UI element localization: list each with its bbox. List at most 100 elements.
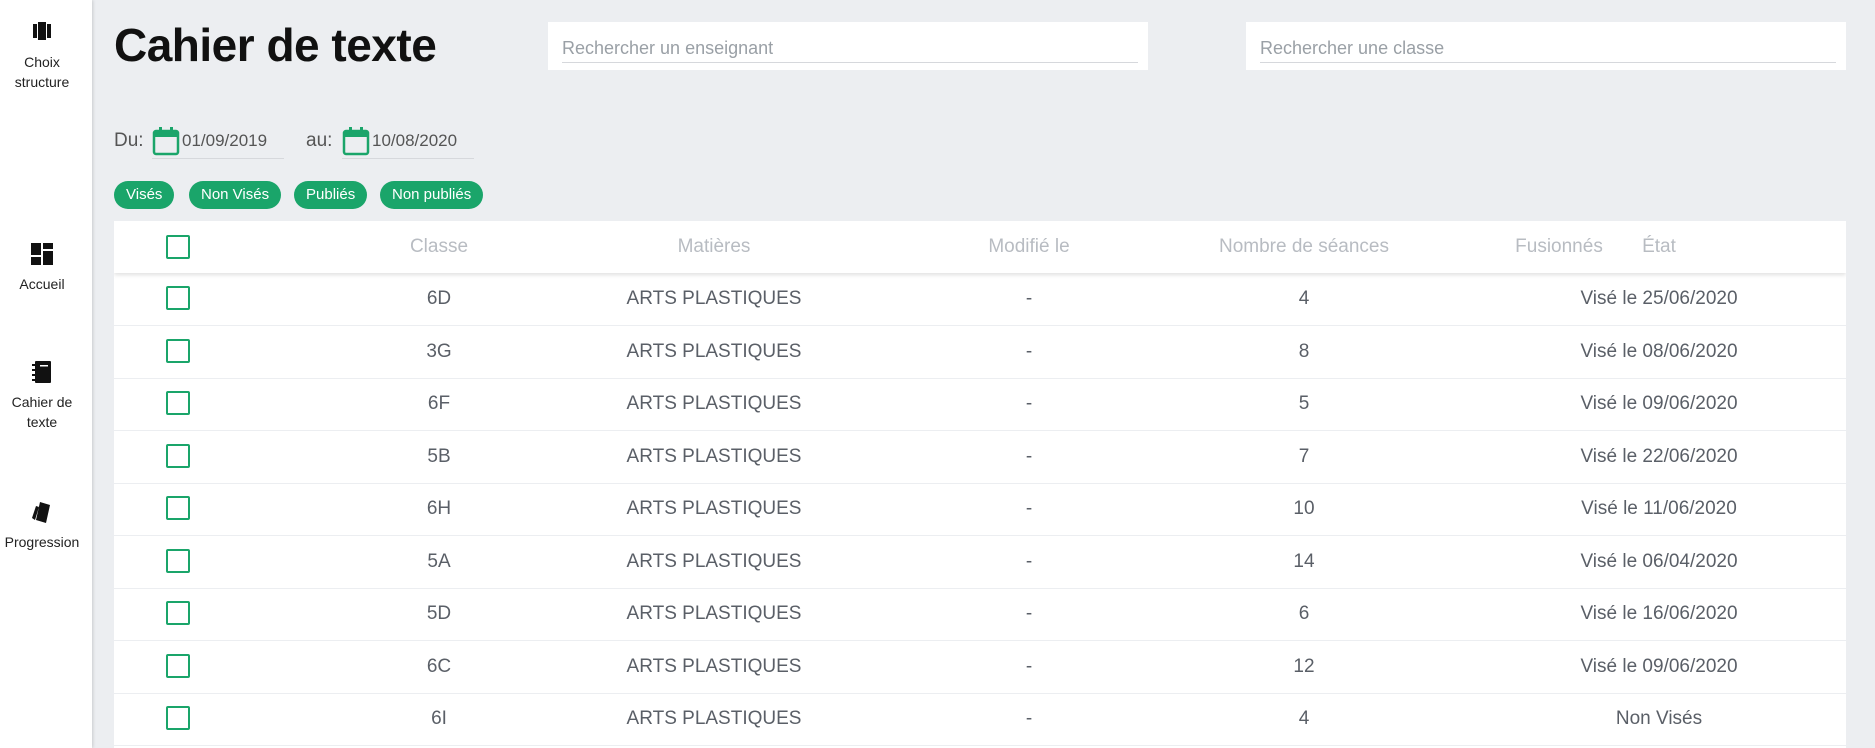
cell-seances: 10 [1293, 498, 1315, 519]
cell-seances: 8 [1298, 340, 1310, 362]
column-header-seances[interactable]: Nombre de séances [1154, 236, 1454, 258]
calendar-icon [342, 127, 370, 156]
row-checkbox[interactable] [166, 443, 190, 468]
filter-chip-publies[interactable]: Publiés [294, 181, 368, 209]
sidebar-item-label: Progression [4, 534, 80, 550]
sidebar-item-choix-structure[interactable]: Choix structure [0, 18, 84, 92]
sidebar-item-cahier-de-texte[interactable]: Cahier de texte [0, 358, 84, 432]
date-to-label: au: [306, 130, 333, 151]
data-table: Classe Matières Modifié le Nombre de séa… [114, 221, 1846, 748]
sidebar-item-accueil[interactable]: Accueil [0, 240, 84, 294]
cell-modifie: - [1025, 550, 1033, 572]
date-from-field[interactable]: 01/09/2019 [152, 124, 284, 159]
cell-etat: Non Visés [1615, 708, 1703, 729]
cell-etat: Visé le 09/06/2020 [1580, 655, 1738, 677]
cell-matiere: ARTS PLASTIQUES [626, 445, 802, 467]
cell-classe: 5D [426, 603, 452, 624]
cell-matiere: ARTS PLASTIQUES [626, 393, 802, 414]
cell-seances: 4 [1298, 708, 1310, 729]
cell-matiere: ARTS PLASTIQUES [626, 288, 802, 309]
search-teacher-box [548, 22, 1148, 70]
filter-chip-non-publies[interactable]: Non publiés [380, 181, 484, 209]
sidebar: Choixstructure Accueil Cahier detexte [0, 0, 92, 748]
cell-classe: 5A [427, 550, 451, 572]
cell-classe: 6I [431, 708, 447, 729]
filter-chip-vises[interactable]: Visés [114, 181, 175, 209]
cell-seances: 6 [1298, 603, 1310, 624]
table-row[interactable]: 5D ARTS PLASTIQUES - 6 Visé le 16/06/2020 [114, 588, 1846, 641]
row-checkbox[interactable] [166, 338, 190, 363]
cell-etat: Visé le 16/06/2020 [1580, 603, 1738, 624]
structure-icon [33, 22, 51, 40]
row-checkbox[interactable] [166, 496, 190, 520]
dashboard-icon [31, 243, 53, 265]
cell-seances: 7 [1298, 445, 1310, 467]
date-from-value: 01/09/2019 [182, 131, 268, 150]
search-class-box [1246, 22, 1846, 70]
cell-etat: Visé le 06/04/2020 [1580, 550, 1738, 572]
row-checkbox[interactable] [166, 391, 190, 415]
cell-matiere: ARTS PLASTIQUES [626, 603, 802, 624]
cell-modifie: - [1025, 288, 1033, 309]
sidebar-item-label: Cahier de texte [11, 394, 73, 430]
table-row[interactable]: 3G ARTS PLASTIQUES - 8 Visé le 08/06/2020 [114, 326, 1846, 379]
cell-modifie: - [1025, 655, 1033, 677]
date-to-field[interactable]: 10/08/2020 [342, 124, 474, 159]
notebook-icon [32, 361, 51, 383]
cell-etat: Visé le 09/06/2020 [1580, 393, 1738, 414]
table-row[interactable]: 6I ARTS PLASTIQUES - 4 Non Visés [114, 693, 1846, 746]
cell-classe: 6F [427, 393, 451, 414]
select-all-checkbox[interactable] [166, 235, 190, 259]
filter-chip-non-vises[interactable]: Non Visés [189, 181, 282, 209]
row-checkbox[interactable] [166, 706, 190, 730]
cell-modifie: - [1025, 393, 1033, 414]
sidebar-item-label: Accueil [19, 276, 65, 292]
cell-etat: Visé le 11/06/2020 [1581, 498, 1737, 519]
table-row[interactable]: 6H ARTS PLASTIQUES - 10 Visé le 11/06/2020 [114, 483, 1846, 536]
cell-classe: 5B [427, 445, 451, 467]
row-checkbox[interactable] [166, 653, 190, 678]
column-header-modifie[interactable]: Modifié le [914, 236, 1144, 258]
column-header-matieres[interactable]: Matières [564, 236, 864, 258]
table-row[interactable]: 6C ARTS PLASTIQUES - 12 Visé le 09/06/2020 [114, 641, 1846, 694]
cell-seances: 12 [1293, 655, 1315, 677]
cell-matiere: ARTS PLASTIQUES [626, 655, 802, 677]
row-checkbox[interactable] [166, 548, 190, 573]
table-row[interactable]: 6D ARTS PLASTIQUES - 4 Visé le 25/06/2020 [114, 273, 1846, 326]
sidebar-item-progression[interactable]: Progression [0, 498, 84, 552]
cell-etat: Visé le 08/06/2020 [1580, 340, 1738, 362]
date-to-value: 10/08/2020 [372, 131, 458, 150]
column-header-etat[interactable]: État [1514, 236, 1804, 258]
row-checkbox[interactable] [166, 601, 190, 625]
table-row[interactable]: 6F ARTS PLASTIQUES - 5 Visé le 09/06/2020 [114, 378, 1846, 431]
row-checkbox[interactable] [166, 286, 190, 310]
cell-matiere: ARTS PLASTIQUES [626, 708, 802, 729]
cell-matiere: ARTS PLASTIQUES [626, 340, 802, 362]
date-from-label: Du: [114, 130, 144, 151]
cell-etat: Visé le 25/06/2020 [1580, 288, 1738, 309]
calendar-icon [152, 127, 180, 156]
table-row[interactable]: 5B ARTS PLASTIQUES - 7 Visé le 22/06/2020 [114, 431, 1846, 484]
table-row[interactable]: 5A ARTS PLASTIQUES - 14 Visé le 06/04/2020 [114, 536, 1846, 589]
cell-modifie: - [1025, 340, 1033, 362]
cell-seances: 14 [1293, 550, 1315, 572]
cell-seances: 4 [1298, 288, 1310, 309]
search-class-input[interactable] [1260, 34, 1836, 63]
cell-matiere: ARTS PLASTIQUES [626, 550, 802, 572]
cell-classe: 6H [426, 498, 452, 519]
cell-classe: 6D [426, 288, 452, 309]
cell-matiere: ARTS PLASTIQUES [626, 498, 802, 519]
cell-modifie: - [1025, 498, 1033, 519]
sidebar-item-label: Choix structure [14, 54, 70, 90]
page-title: Cahier de texte [114, 19, 437, 71]
cell-classe: 3G [426, 340, 452, 362]
cell-modifie: - [1025, 708, 1033, 729]
column-header-classe[interactable]: Classe [339, 236, 539, 258]
cell-modifie: - [1025, 603, 1033, 624]
cell-classe: 6C [426, 655, 452, 677]
table-header: Classe Matières Modifié le Nombre de séa… [114, 221, 1846, 273]
cell-modifie: - [1025, 445, 1033, 467]
cell-etat: Visé le 22/06/2020 [1580, 445, 1738, 467]
search-teacher-input[interactable] [562, 34, 1138, 63]
cell-seances: 5 [1298, 393, 1310, 414]
